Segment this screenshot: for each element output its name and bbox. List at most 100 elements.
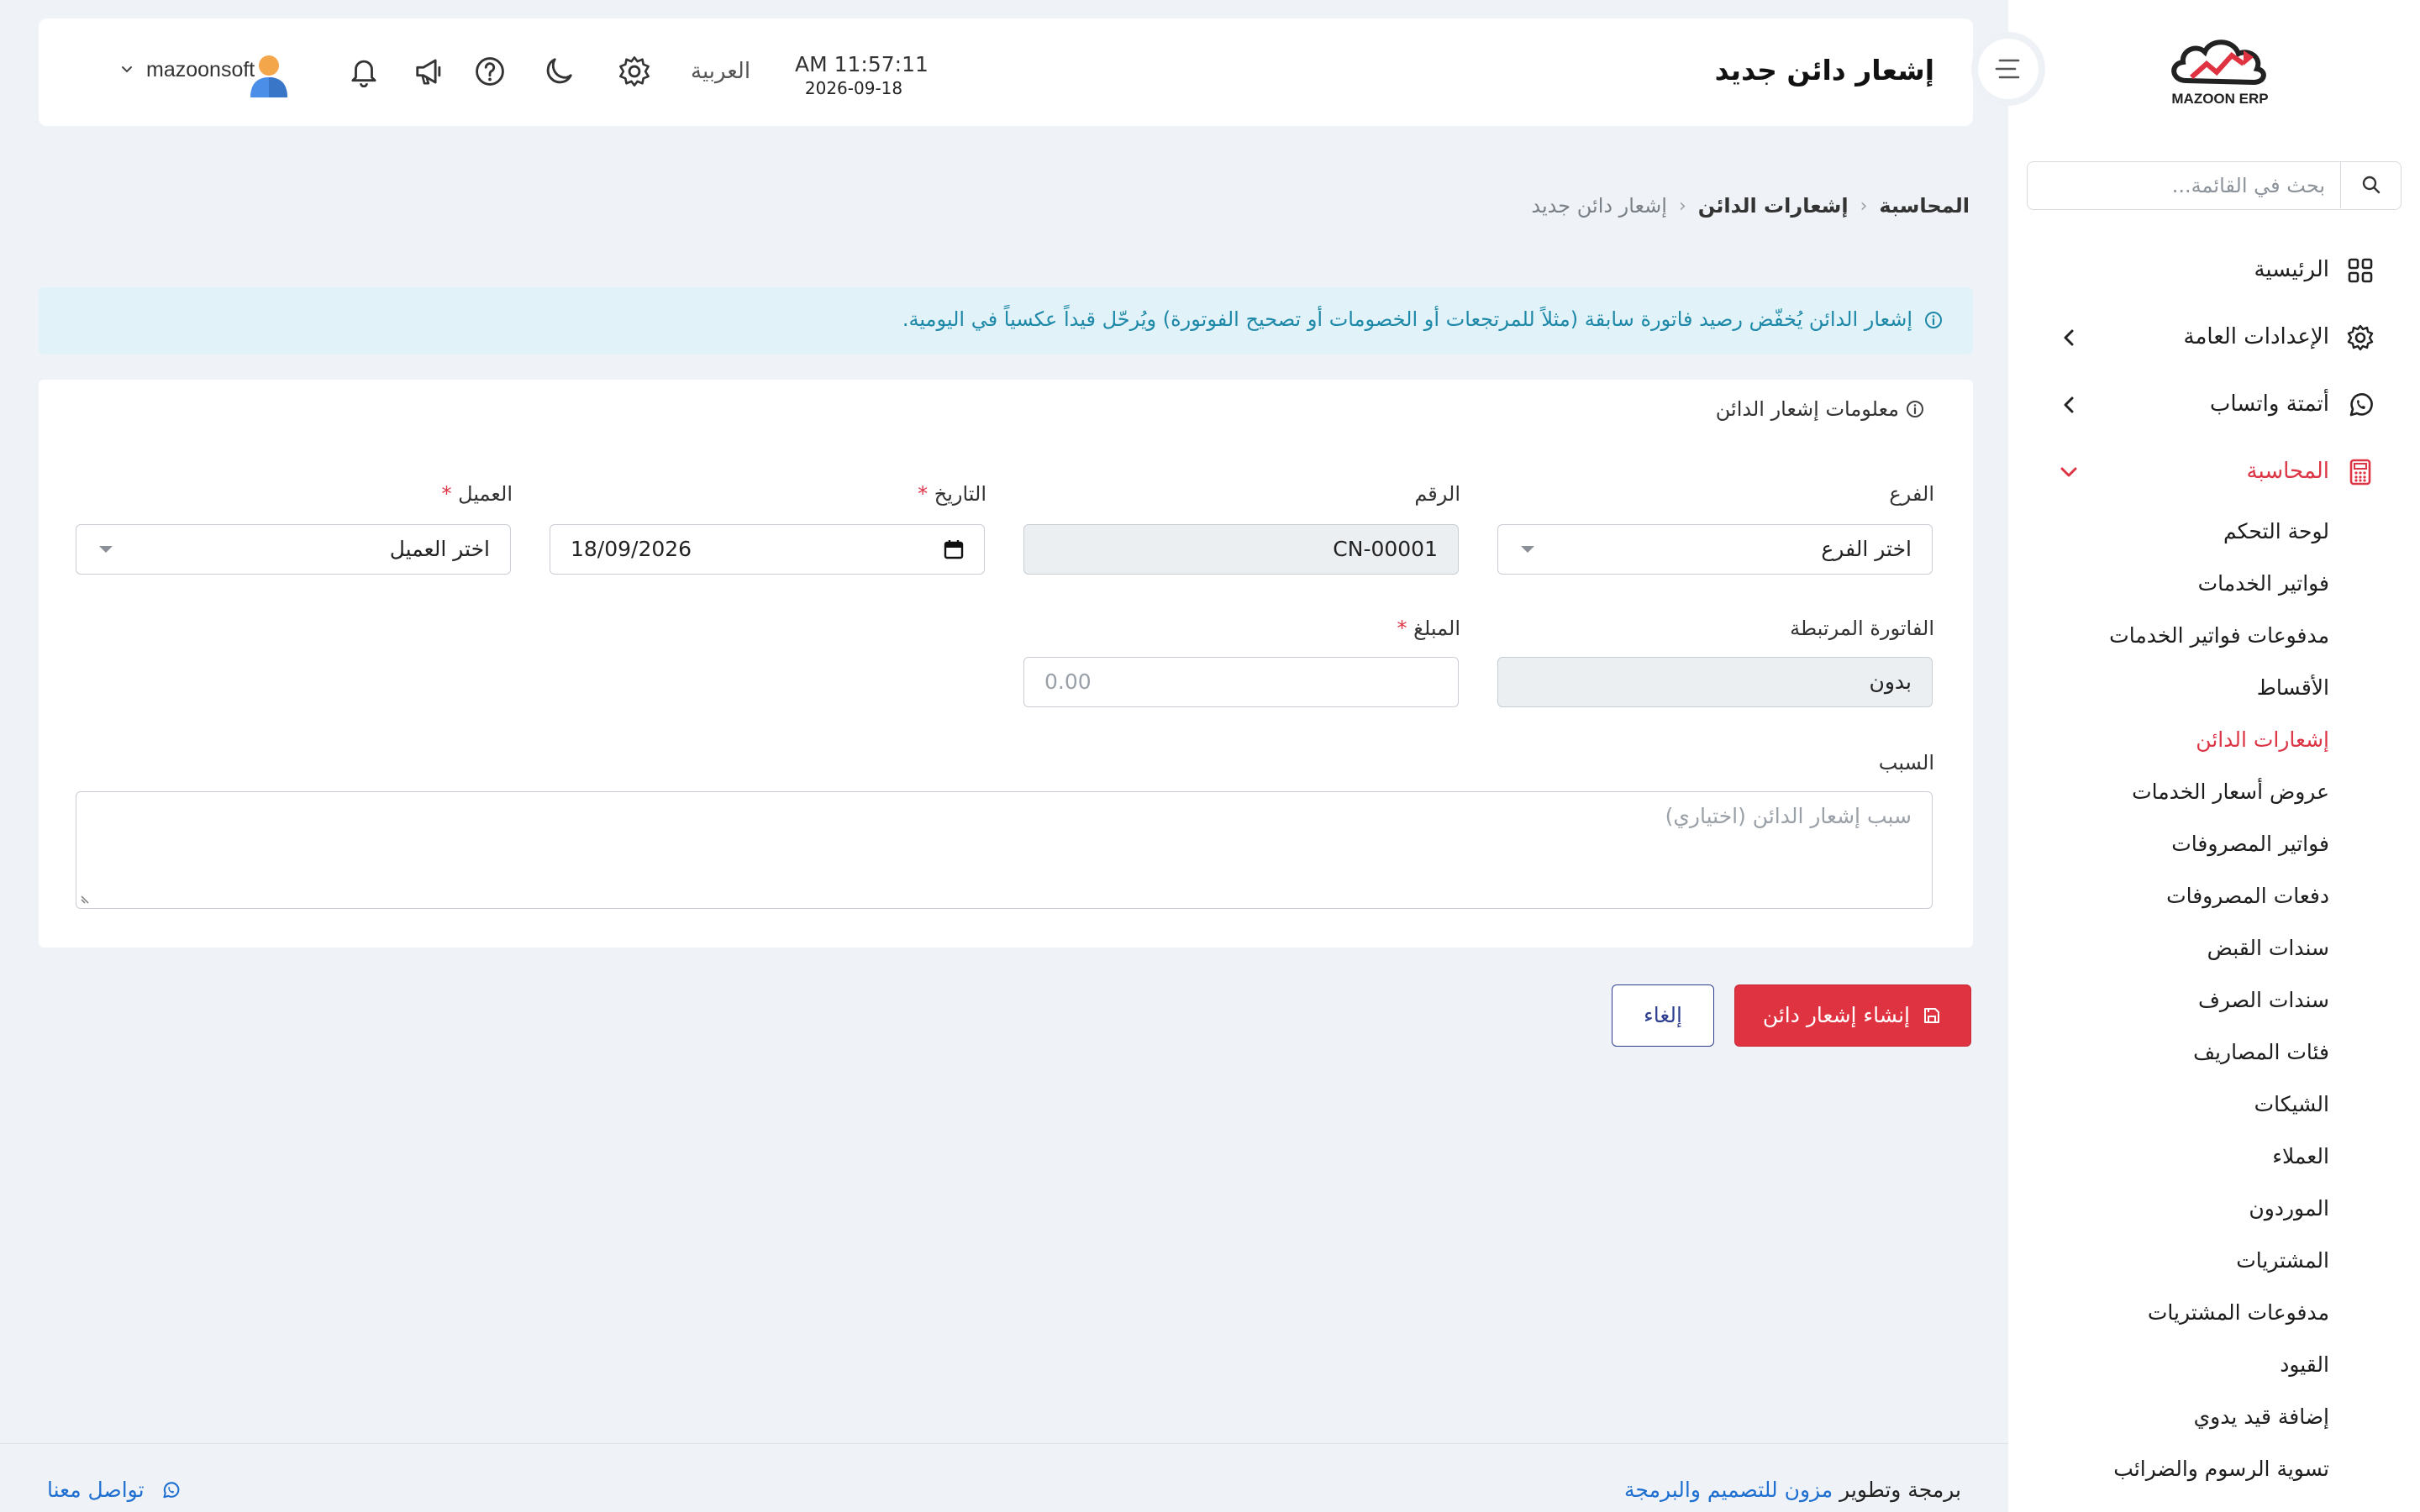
- amount-input[interactable]: 0.00: [1023, 657, 1459, 707]
- amount-label: المبلغ *: [1397, 617, 1460, 640]
- contact-us-label: تواصل معنا: [47, 1478, 145, 1502]
- sidebar-subitem-receipt-vouchers[interactable]: سندات القبض: [2207, 936, 2329, 960]
- info-icon: [1925, 312, 1942, 328]
- info-icon: [1907, 401, 1923, 417]
- sidebar-item-home[interactable]: الرئيسية: [2008, 245, 2420, 296]
- sidebar-subitem-service-invoice-payments[interactable]: مدفوعات فواتير الخدمات: [2109, 623, 2329, 648]
- footer-credit-prefix: برمجة وتطوير: [1839, 1478, 1961, 1502]
- sidebar-search-input[interactable]: [2038, 169, 2340, 202]
- section-title: معلومات إشعار الدائن: [1715, 397, 1899, 421]
- sidebar-subitem-purchases[interactable]: المشتريات: [2236, 1248, 2329, 1273]
- sidebar-toggle-inner: [1978, 39, 2039, 99]
- linked-invoice-value: بدون: [1869, 669, 1912, 694]
- reason-label: السبب: [1878, 751, 1934, 774]
- credit-note-form-card: معلومات إشعار الدائن الفرع الرقم التاريخ…: [39, 380, 1973, 948]
- sidebar-item-label: المحاسبة: [2246, 459, 2329, 484]
- calculator-icon: [2349, 459, 2371, 486]
- breadcrumb-accounting[interactable]: المحاسبة: [1879, 194, 1970, 218]
- help-icon[interactable]: [474, 55, 506, 87]
- date-label: التاريخ *: [918, 482, 986, 506]
- customer-label: العميل *: [441, 482, 513, 506]
- linked-invoice-label: الفاتورة المرتبطة: [1790, 617, 1934, 640]
- sidebar-subitem-payment-vouchers[interactable]: سندات الصرف: [2198, 988, 2329, 1012]
- sidebar-subitem-expense-categories[interactable]: فئات المصاريف: [2193, 1040, 2329, 1064]
- search-icon: [2362, 176, 2381, 194]
- sidebar-item-accounting[interactable]: المحاسبة: [2008, 447, 2420, 497]
- sidebar-subitem-add-manual-entry[interactable]: إضافة قيد يدوي: [2194, 1404, 2329, 1429]
- sidebar-item-label: أتمتة واتساب: [2209, 391, 2329, 417]
- chevron-down-icon: [122, 66, 132, 73]
- bell-icon[interactable]: [348, 55, 380, 87]
- menu-icon: [1995, 59, 2020, 79]
- logo-cloud-graphic: [2171, 39, 2266, 86]
- date-field[interactable]: 18/09/2026: [550, 524, 985, 575]
- breadcrumb-current: إشعار دائن جديد: [1531, 194, 1667, 218]
- moon-icon[interactable]: [543, 55, 575, 87]
- username: mazoonsoft: [146, 58, 255, 81]
- sidebar-subitem-expense-invoices[interactable]: فواتير المصروفات: [2171, 832, 2329, 856]
- gear-icon: [2347, 324, 2374, 351]
- breadcrumb-credit-notes[interactable]: إشعارات الدائن: [1698, 194, 1849, 218]
- sidebar-subitem-customers[interactable]: العملاء: [2272, 1144, 2329, 1168]
- app-logo[interactable]: MAZOON ERP: [2161, 32, 2279, 116]
- brand-name: MAZOON ERP: [2171, 91, 2269, 107]
- sidebar-item-label: الرئيسية: [2254, 257, 2329, 282]
- sidebar-subitem-service-invoices[interactable]: فواتير الخدمات: [2198, 571, 2329, 596]
- language-switch[interactable]: العربية: [691, 59, 750, 84]
- sidebar-subitem-installments[interactable]: الأقساط: [2257, 675, 2329, 700]
- breadcrumb-separator: ‹: [1678, 195, 1686, 217]
- branch-select[interactable]: اختر الفرع: [1497, 524, 1933, 575]
- chevron-left-icon: [2064, 396, 2074, 413]
- caret-down-icon: [99, 546, 113, 553]
- date-field-value: 18/09/2026: [571, 537, 692, 561]
- resize-grip-icon[interactable]: [80, 893, 92, 905]
- sidebar-subitem-purchase-payments[interactable]: مدفوعات المشتريات: [2148, 1300, 2329, 1325]
- clock-time: AM 11:57:11: [795, 52, 929, 76]
- top-header: إشعار دائن جديد AM 11:57:11 2026-09-18 ا…: [39, 18, 1973, 126]
- breadcrumb: المحاسبة ‹ إشعارات الدائن ‹ إشعار دائن جديد: [1531, 193, 1970, 218]
- sidebar-subitem-service-quotes[interactable]: عروض أسعار الخدمات: [2132, 780, 2329, 804]
- footer: برمجة وتطوير مزون للتصميم والبرمجة تواصل…: [0, 1443, 2008, 1512]
- chevron-down-icon: [2060, 467, 2077, 477]
- create-credit-note-button[interactable]: إنشاء إشعار دائن: [1734, 984, 1971, 1047]
- branch-select-value: اختر الفرع: [1821, 537, 1912, 561]
- linked-invoice-field[interactable]: بدون: [1497, 657, 1933, 707]
- gear-icon[interactable]: [618, 55, 650, 87]
- branch-label: الفرع: [1889, 482, 1934, 506]
- sidebar-item-whatsapp-automation[interactable]: أتمتة واتساب: [2008, 380, 2420, 430]
- whatsapp-icon: [2349, 393, 2373, 417]
- sidebar-subitem-dashboard[interactable]: لوحة التحكم: [2223, 519, 2329, 543]
- sidebar-item-general-settings[interactable]: الإعدادات العامة: [2008, 312, 2420, 363]
- number-label: الرقم: [1414, 482, 1460, 506]
- sidebar-search[interactable]: [2027, 161, 2402, 210]
- calendar-icon[interactable]: [944, 538, 964, 560]
- footer-credit: برمجة وتطوير مزون للتصميم والبرمجة: [1624, 1478, 1961, 1502]
- megaphone-icon[interactable]: [413, 55, 445, 87]
- contact-us-link[interactable]: تواصل معنا: [47, 1478, 180, 1502]
- sidebar-search-button[interactable]: [2340, 162, 2401, 208]
- sidebar: MAZOON ERP الرئيسية الإعدادات العامة: [2008, 0, 2420, 1512]
- sidebar-subitem-fees-taxes-settlement[interactable]: تسوية الرسوم والضرائب: [2113, 1457, 2329, 1481]
- chevron-left-icon: [2064, 329, 2074, 346]
- sidebar-subitem-journal-entries[interactable]: القيود: [2280, 1352, 2329, 1377]
- info-alert-text: إشعار الدائن يُخفّض رصيد فاتورة سابقة (م…: [902, 307, 1912, 331]
- sidebar-subitem-credit-notes[interactable]: إشعارات الدائن: [2196, 727, 2329, 752]
- reason-textarea[interactable]: سبب إشعار الدائن (اختياري): [76, 791, 1933, 909]
- sidebar-subitem-suppliers[interactable]: الموردون: [2249, 1196, 2329, 1221]
- clock: AM 11:57:11 2026-09-18: [795, 52, 929, 98]
- amount-placeholder: 0.00: [1044, 669, 1092, 694]
- cancel-button[interactable]: إلغاء: [1612, 984, 1714, 1047]
- sidebar-subitem-expense-payments[interactable]: دفعات المصروفات: [2166, 884, 2329, 908]
- whatsapp-icon: [163, 1482, 180, 1499]
- number-field[interactable]: CN-00001: [1023, 524, 1459, 575]
- sidebar-toggle-button[interactable]: [1971, 32, 2045, 106]
- grid-icon: [2348, 258, 2373, 283]
- customer-select[interactable]: اختر العميل: [76, 524, 511, 575]
- number-field-value: CN-00001: [1333, 537, 1438, 561]
- sidebar-subitem-cheques[interactable]: الشيكات: [2254, 1092, 2329, 1116]
- footer-credit-link[interactable]: مزون للتصميم والبرمجة: [1624, 1478, 1833, 1502]
- customer-select-value: اختر العميل: [389, 537, 490, 561]
- reason-placeholder: سبب إشعار الدائن (اختياري): [1665, 804, 1912, 828]
- breadcrumb-separator: ‹: [1860, 195, 1868, 217]
- clock-date: 2026-09-18: [804, 78, 903, 98]
